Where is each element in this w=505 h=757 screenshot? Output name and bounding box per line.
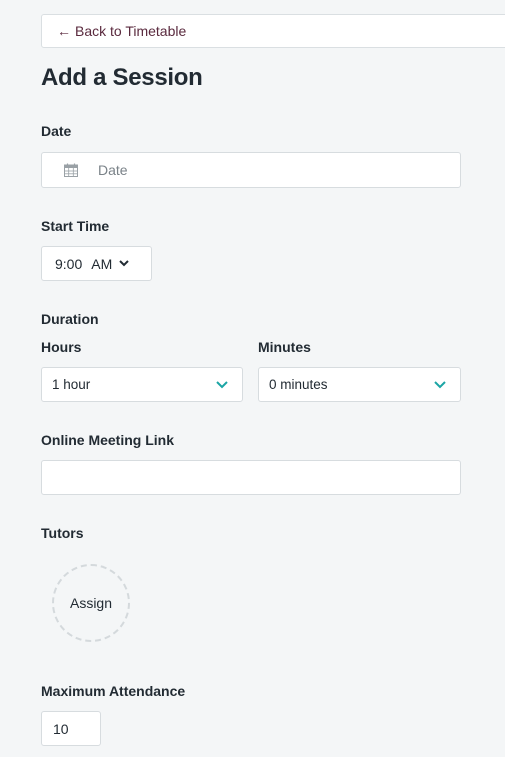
max-attendance-input[interactable]: 10 [41,711,101,746]
page-title: Add a Session [41,64,203,91]
calendar-icon [64,163,78,177]
start-time-value: 9:00 [55,255,83,272]
back-arrow-icon: ← [57,23,71,39]
meeting-link-label: Online Meeting Link [41,432,175,448]
chevron-down-icon [434,380,446,388]
back-link-label: Back to Timetable [75,23,187,39]
hours-value: 1 hour [52,377,91,392]
minutes-label: Minutes [258,339,311,355]
back-to-timetable-link[interactable]: ← Back to Timetable [41,14,505,48]
start-time-ampm: AM [91,255,113,272]
chevron-down-icon [119,260,129,267]
max-attendance-value: 10 [53,720,69,737]
assign-tutor-button[interactable]: Assign [52,564,130,642]
minutes-value: 0 minutes [269,377,328,392]
duration-label: Duration [41,311,99,327]
hours-label: Hours [41,339,82,355]
tutors-label: Tutors [41,525,84,541]
meeting-link-input[interactable] [41,460,461,495]
hours-select[interactable]: 1 hour [41,367,243,402]
date-field[interactable]: Date [41,152,461,188]
start-time-select[interactable]: 9:00 AM [41,246,152,281]
assign-label: Assign [69,595,113,611]
date-placeholder: Date [98,162,128,178]
minutes-select[interactable]: 0 minutes [258,367,461,402]
date-label: Date [41,123,72,139]
max-attendance-label: Maximum Attendance [41,683,186,699]
start-time-label: Start Time [41,218,110,234]
chevron-down-icon [216,380,228,388]
